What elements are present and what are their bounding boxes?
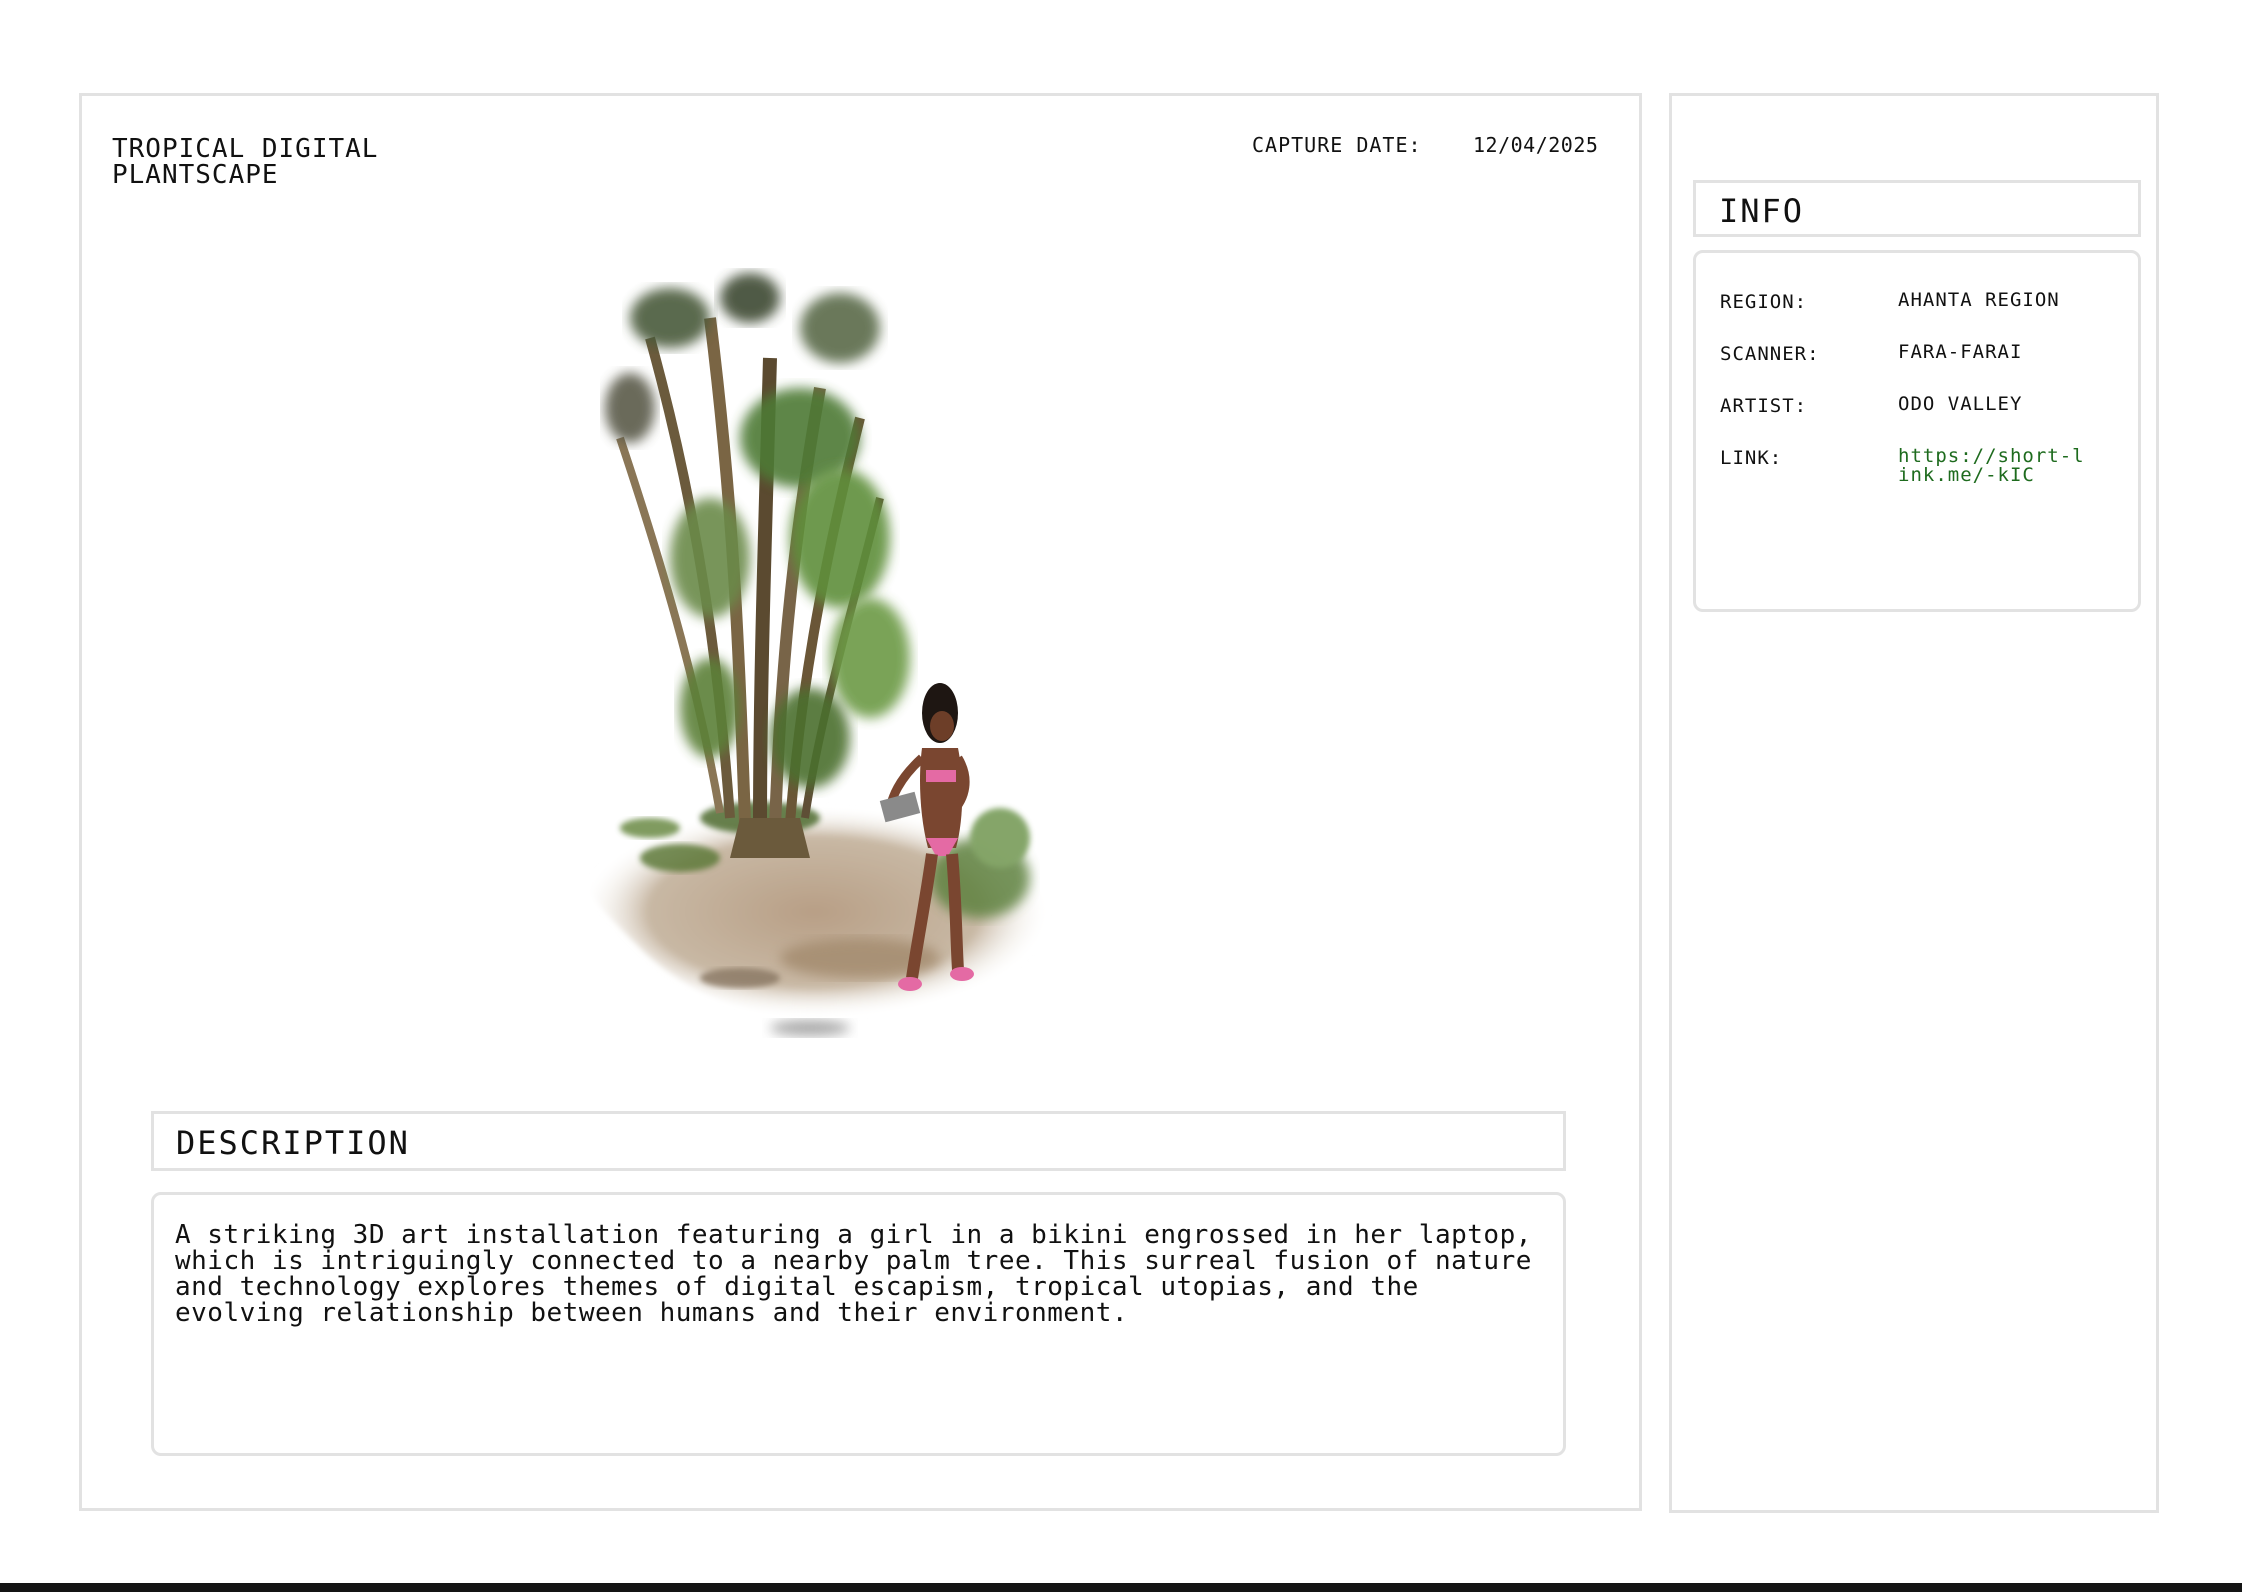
link-value[interactable]: https://short-link.me/-kIC bbox=[1898, 447, 2088, 485]
description-text: A striking 3D art installation featuring… bbox=[151, 1192, 1566, 1456]
info-header: INFO bbox=[1693, 180, 2141, 237]
artwork-title: TROPICAL DIGITAL PLANTSCAPE bbox=[112, 134, 379, 190]
capture-date-value: 12/04/2025 bbox=[1473, 133, 1599, 157]
region-value: AHANTA REGION bbox=[1898, 289, 2060, 311]
page: TROPICAL DIGITAL PLANTSCAPE CAPTURE DATE… bbox=[0, 0, 2242, 1592]
artist-label: ARTIST: bbox=[1720, 395, 1808, 417]
artwork-image bbox=[578, 273, 1051, 1036]
scanner-value: FARA-FARAI bbox=[1898, 341, 2023, 363]
description-header: DESCRIPTION bbox=[151, 1111, 1566, 1171]
capture-date-label: CAPTURE DATE: bbox=[1252, 133, 1422, 157]
info-panel: REGION: AHANTA REGION SCANNER: FARA-FARA… bbox=[1693, 250, 2141, 612]
bottom-bar bbox=[0, 1583, 2242, 1592]
region-label: REGION: bbox=[1720, 291, 1808, 313]
scanner-label: SCANNER: bbox=[1720, 343, 1820, 365]
artist-value: ODO VALLEY bbox=[1898, 393, 2023, 415]
link-label: LINK: bbox=[1720, 447, 1783, 469]
